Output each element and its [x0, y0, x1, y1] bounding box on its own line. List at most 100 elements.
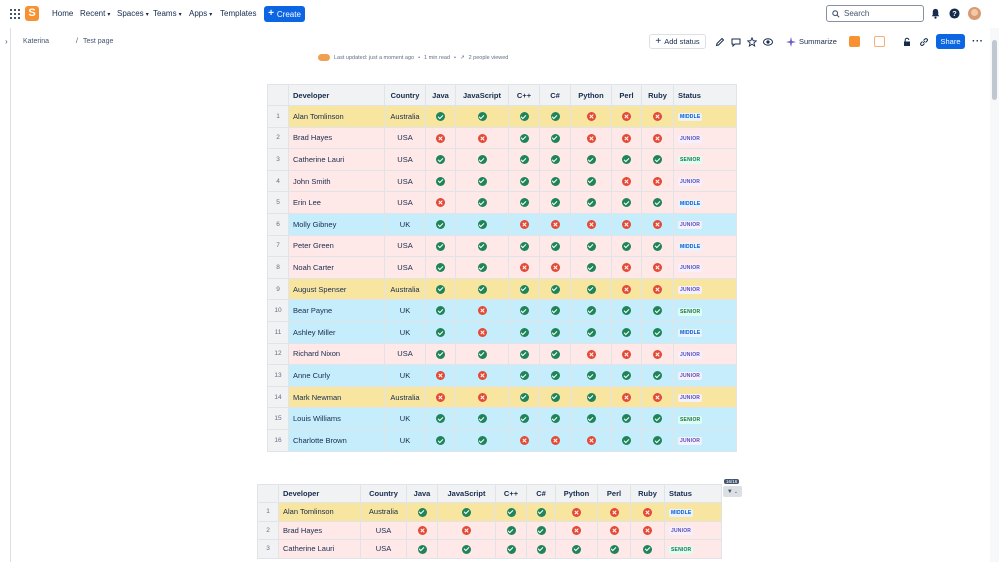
skill-cell[interactable]: [611, 169, 642, 193]
skill-cell[interactable]: [641, 342, 674, 366]
country-cell[interactable]: Australia: [360, 502, 407, 522]
skill-cell[interactable]: [508, 212, 540, 236]
country-cell[interactable]: UK: [384, 407, 426, 430]
skill-cell[interactable]: [611, 256, 642, 279]
skill-cell[interactable]: [611, 148, 642, 171]
developer-name-cell[interactable]: Mark Newman: [288, 385, 385, 409]
developer-name-cell[interactable]: Bear Payne: [288, 299, 385, 322]
skill-cell[interactable]: [555, 502, 598, 522]
t2-header-ruby[interactable]: Ruby: [630, 484, 665, 503]
status-cell[interactable]: JUNIOR: [673, 385, 737, 409]
skill-cell[interactable]: [495, 502, 527, 522]
skill-cell[interactable]: [570, 364, 612, 387]
app-icon-1[interactable]: [849, 36, 860, 47]
skill-cell[interactable]: [437, 539, 496, 559]
country-cell[interactable]: USA: [384, 169, 426, 193]
skill-cell[interactable]: [425, 364, 456, 387]
header-status[interactable]: Status: [673, 84, 737, 106]
skill-cell[interactable]: [455, 428, 509, 452]
skill-cell[interactable]: [495, 539, 527, 559]
header-java[interactable]: Java: [425, 84, 456, 106]
skill-cell[interactable]: [570, 428, 612, 452]
t2-header-status[interactable]: Status: [664, 484, 722, 503]
t2-header-c[interactable]: C#: [526, 484, 556, 503]
status-cell[interactable]: SENIOR: [673, 407, 737, 430]
skill-cell[interactable]: [570, 385, 612, 409]
skill-cell[interactable]: [495, 520, 527, 540]
developer-name-cell[interactable]: Anne Curly: [288, 364, 385, 387]
skill-cell[interactable]: [630, 520, 665, 540]
skill-cell[interactable]: [508, 320, 540, 344]
skill-cell[interactable]: [508, 105, 540, 128]
create-button[interactable]: + Create: [264, 6, 305, 22]
country-cell[interactable]: Australia: [384, 277, 426, 301]
skill-cell[interactable]: [508, 407, 540, 430]
help-icon[interactable]: ?: [949, 8, 960, 19]
user-avatar[interactable]: [968, 7, 981, 20]
skill-cell[interactable]: [611, 320, 642, 344]
skill-cell[interactable]: [425, 148, 456, 171]
status-cell[interactable]: SENIOR: [664, 539, 722, 559]
developer-name-cell[interactable]: Catherine Lauri: [278, 539, 361, 559]
nav-home[interactable]: Home: [52, 9, 73, 18]
skill-cell[interactable]: [425, 428, 456, 452]
skill-cell[interactable]: [425, 126, 456, 150]
skill-cell[interactable]: [570, 320, 612, 344]
status-cell[interactable]: JUNIOR: [673, 212, 737, 236]
skill-cell[interactable]: [455, 148, 509, 171]
header-ruby[interactable]: Ruby: [641, 84, 674, 106]
skill-cell[interactable]: [630, 539, 665, 559]
skill-cell[interactable]: [539, 277, 571, 301]
skill-cell[interactable]: [425, 169, 456, 193]
skill-cell[interactable]: [641, 126, 674, 150]
skill-cell[interactable]: [425, 105, 456, 128]
page-scrollbar[interactable]: [990, 28, 999, 562]
skill-cell[interactable]: [570, 407, 612, 430]
star-icon[interactable]: [747, 37, 757, 47]
developer-name-cell[interactable]: Brad Hayes: [278, 520, 361, 540]
skill-cell[interactable]: [539, 256, 571, 279]
t2-header-python[interactable]: Python: [555, 484, 598, 503]
country-cell[interactable]: USA: [384, 256, 426, 279]
skill-cell[interactable]: [508, 277, 540, 301]
app-switcher-icon[interactable]: [10, 9, 20, 19]
skill-cell[interactable]: [570, 212, 612, 236]
country-cell[interactable]: USA: [360, 539, 407, 559]
skill-cell[interactable]: [570, 148, 612, 171]
skill-cell[interactable]: [508, 364, 540, 387]
country-cell[interactable]: Australia: [384, 105, 426, 128]
skill-cell[interactable]: [455, 234, 509, 258]
skill-cell[interactable]: [641, 148, 674, 171]
skill-cell[interactable]: [597, 502, 631, 522]
nav-recent[interactable]: Recent ▾: [80, 9, 110, 18]
skill-cell[interactable]: [455, 299, 509, 322]
skill-cell[interactable]: [455, 385, 509, 409]
status-cell[interactable]: SENIOR: [673, 299, 737, 322]
skill-cell[interactable]: [508, 342, 540, 366]
country-cell[interactable]: UK: [384, 364, 426, 387]
skill-cell[interactable]: [455, 407, 509, 430]
skill-cell[interactable]: [611, 407, 642, 430]
skill-cell[interactable]: [508, 299, 540, 322]
restrictions-icon[interactable]: [902, 37, 912, 47]
country-cell[interactable]: USA: [360, 520, 407, 540]
skill-cell[interactable]: [641, 320, 674, 344]
t2-header-country[interactable]: Country: [360, 484, 407, 503]
skill-cell[interactable]: [611, 126, 642, 150]
notifications-icon[interactable]: [930, 8, 941, 19]
skill-cell[interactable]: [641, 256, 674, 279]
status-cell[interactable]: SENIOR: [673, 148, 737, 171]
header-country[interactable]: Country: [384, 84, 426, 106]
developer-name-cell[interactable]: Erin Lee: [288, 191, 385, 214]
skill-cell[interactable]: [455, 212, 509, 236]
country-cell[interactable]: USA: [384, 342, 426, 366]
summarize-button[interactable]: Summarize: [786, 34, 837, 49]
skill-cell[interactable]: [508, 385, 540, 409]
skill-cell[interactable]: [455, 191, 509, 214]
skill-cell[interactable]: [437, 502, 496, 522]
skill-cell[interactable]: [539, 299, 571, 322]
skill-cell[interactable]: [570, 256, 612, 279]
nav-teams[interactable]: Teams ▾: [153, 9, 182, 18]
developer-name-cell[interactable]: Alan Tomlinson: [278, 502, 361, 522]
country-cell[interactable]: UK: [384, 320, 426, 344]
